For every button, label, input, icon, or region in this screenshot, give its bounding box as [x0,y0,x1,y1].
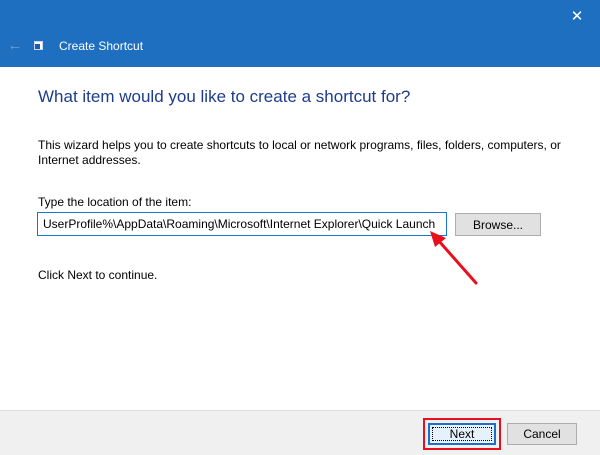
location-label: Type the location of the item: [38,195,192,209]
cancel-button[interactable]: Cancel [507,423,577,445]
wizard-description: This wizard helps you to create shortcut… [38,138,561,167]
continue-hint: Click Next to continue. [38,268,158,282]
back-arrow-icon: ← [7,36,23,54]
close-icon: ✕ [570,8,584,25]
next-button[interactable]: Next [428,423,496,445]
location-input[interactable]: UserProfile%\AppData\Roaming\Microsoft\I… [37,212,447,236]
back-button[interactable]: ← [4,35,26,55]
annotation-arrow-icon [430,231,478,285]
close-button[interactable]: ✕ [554,0,600,32]
window-title: Create Shortcut [59,39,144,53]
page-heading: What item would you like to create a sho… [38,87,411,106]
shortcut-icon [34,41,43,50]
title-bar: ✕ ← Create Shortcut [0,0,600,67]
